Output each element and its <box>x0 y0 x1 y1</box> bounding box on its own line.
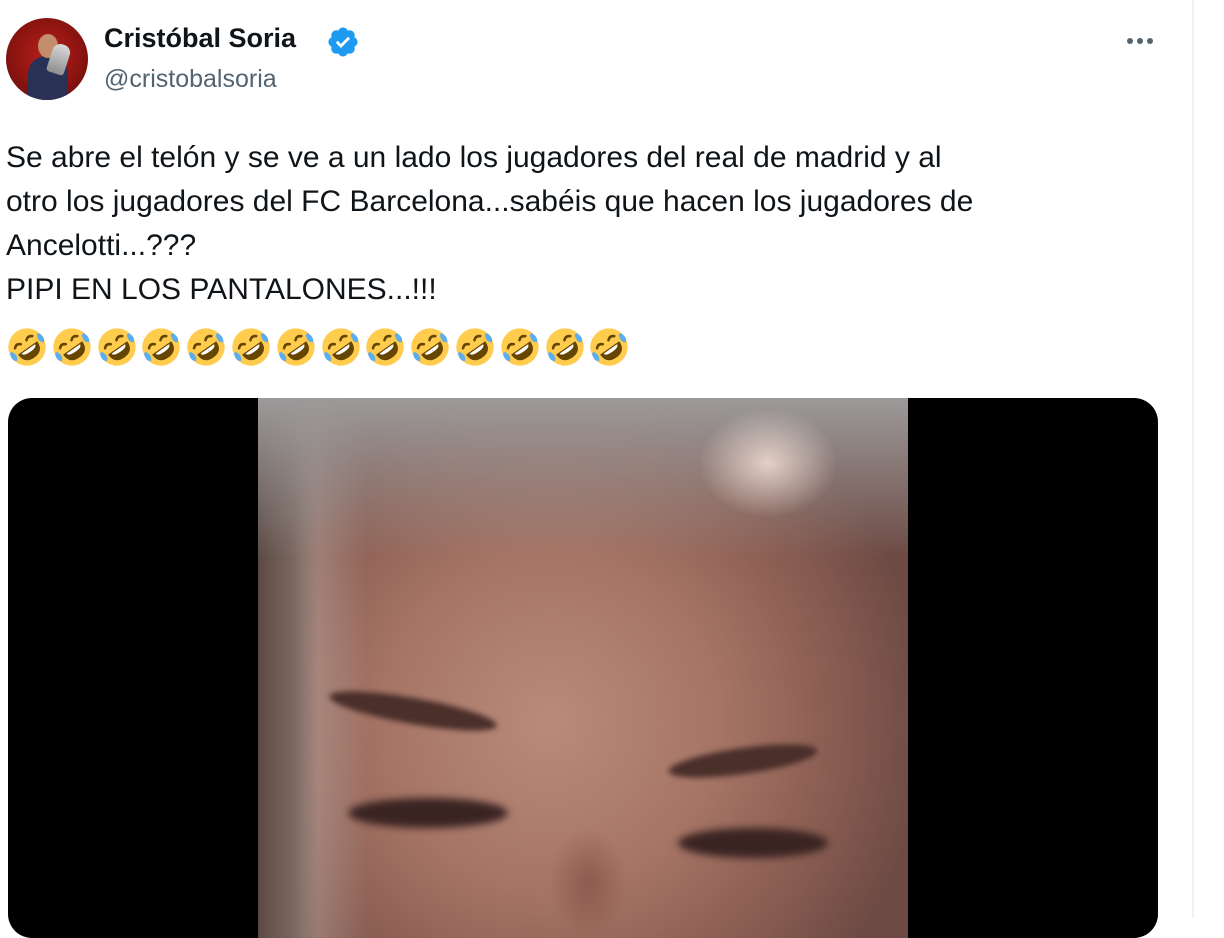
emoji-row <box>6 326 706 374</box>
rolling-on-the-floor-laughing-emoji <box>53 328 91 366</box>
rolling-on-the-floor-laughing-emoji <box>590 328 629 366</box>
author-display-name[interactable]: Cristóbal Soria <box>104 20 296 56</box>
rolling-on-the-floor-laughing-emoji <box>232 328 270 366</box>
tweet[interactable]: Cristóbal Soria @cristobalsoria Se abre … <box>0 0 1192 938</box>
rolling-on-the-floor-laughing-emoji <box>142 328 181 366</box>
tweet-text-line: Se abre el telón y se ve a un lado los j… <box>6 141 942 174</box>
rolling-on-the-floor-laughing-emoji <box>456 328 494 366</box>
tweet-text: Se abre el telón y se ve a un lado los j… <box>6 136 1186 312</box>
tweet-text-line: PIPI EN LOS PANTALONES...!!! <box>6 273 437 306</box>
rolling-on-the-floor-laughing-emoji <box>411 328 449 366</box>
tweet-text-line: otro los jugadores del FC Barcelona...sa… <box>6 185 974 218</box>
verified-badge-icon[interactable] <box>326 25 360 59</box>
video-frame <box>258 398 908 938</box>
rolling-on-the-floor-laughing-emoji <box>321 328 360 366</box>
tweet-text-line: Ancelotti...??? <box>6 229 197 262</box>
rolling-on-the-floor-laughing-emoji <box>8 328 46 366</box>
rolling-on-the-floor-laughing-emoji <box>277 328 315 366</box>
rolling-on-the-floor-laughing-emoji <box>187 328 225 366</box>
rolling-on-the-floor-laughing-emoji <box>97 328 136 366</box>
author-avatar[interactable] <box>6 18 88 100</box>
rolling-on-the-floor-laughing-emoji <box>501 328 539 366</box>
rolling-on-the-floor-laughing-emoji <box>366 328 405 366</box>
author-handle[interactable]: @cristobalsoria <box>104 62 277 96</box>
tweet-video[interactable] <box>8 398 1158 938</box>
more-options-icon[interactable] <box>1118 26 1162 56</box>
timeline-border <box>1192 0 1194 918</box>
rolling-on-the-floor-laughing-emoji <box>545 328 584 366</box>
